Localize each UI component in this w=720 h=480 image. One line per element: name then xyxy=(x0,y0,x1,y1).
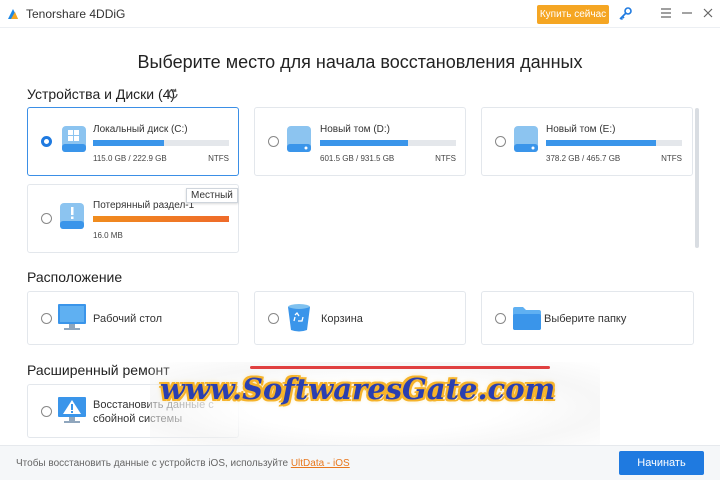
crashed-system-icon xyxy=(58,397,86,423)
drive-c-usage-fill xyxy=(93,140,164,146)
buy-now-button[interactable]: Купить сейчас xyxy=(537,5,609,24)
drive-d-usage-bar xyxy=(320,140,456,146)
desktop-icon xyxy=(58,304,86,330)
drive-d-radio[interactable] xyxy=(268,136,279,147)
lost-partition-usage-bar xyxy=(93,216,229,222)
footer-bar: Чтобы восстановить данные с устройств iO… xyxy=(0,445,720,480)
drive-card-c[interactable]: Локальный диск (C:) 115.0 GB / 222.9 GB … xyxy=(27,107,239,176)
devices-heading: Устройства и Диски (4) xyxy=(27,86,176,102)
crashed-system-radio[interactable] xyxy=(41,406,52,417)
ultdata-ios-link[interactable]: UltData - iOS xyxy=(291,458,350,469)
minimize-icon[interactable] xyxy=(678,4,696,22)
drive-card-e[interactable]: Новый том (E:) 378.2 GB / 465.7 GB NTFS xyxy=(481,107,693,176)
drive-c-size: 115.0 GB / 222.9 GB xyxy=(93,154,167,163)
footer-message: Чтобы восстановить данные с устройств iO… xyxy=(16,458,291,469)
devices-scrollbar[interactable] xyxy=(695,108,699,248)
location-heading: Расположение xyxy=(27,269,123,285)
lost-partition-name: Потерянный раздел-1 xyxy=(93,200,195,211)
drive-icon xyxy=(514,126,538,152)
drive-e-fs: NTFS xyxy=(661,154,682,163)
recycle-bin-icon xyxy=(288,304,310,332)
drive-card-d[interactable]: Новый том (D:) 601.5 GB / 931.5 GB NTFS xyxy=(254,107,466,176)
footer-text: Чтобы восстановить данные с устройств iO… xyxy=(16,458,350,469)
lost-partition-icon xyxy=(60,203,84,229)
drive-c-usage-bar xyxy=(93,140,229,146)
title-bar: Tenorshare 4DDiG Купить сейчас xyxy=(0,0,720,28)
drive-e-name: Новый том (E:) xyxy=(546,124,616,135)
recycle-bin-radio[interactable] xyxy=(268,313,279,324)
drive-e-radio[interactable] xyxy=(495,136,506,147)
lost-partition-usage-fill xyxy=(93,216,229,222)
select-folder-label: Выберите папку xyxy=(544,313,627,325)
watermark-line xyxy=(250,366,550,369)
drive-d-fs: NTFS xyxy=(435,154,456,163)
drive-d-usage-fill xyxy=(320,140,409,146)
drive-c-name: Локальный диск (C:) xyxy=(93,124,188,135)
drive-c-radio[interactable] xyxy=(41,136,52,147)
drive-icon xyxy=(287,126,311,152)
location-select-folder-card[interactable]: Выберите папку xyxy=(481,291,694,345)
page-title: Выберите место для начала восстановления… xyxy=(137,52,583,72)
refresh-icon[interactable] xyxy=(167,88,179,100)
drive-e-size: 378.2 GB / 465.7 GB xyxy=(546,154,621,163)
location-desktop-card[interactable]: Рабочий стол xyxy=(27,291,239,345)
start-button[interactable]: Начинать xyxy=(619,451,704,475)
close-icon[interactable] xyxy=(699,4,717,22)
folder-icon xyxy=(513,307,541,330)
location-recycle-bin-card[interactable]: Корзина xyxy=(254,291,466,345)
drive-tooltip: Местный xyxy=(186,188,238,203)
drive-c-fs: NTFS xyxy=(208,154,229,163)
select-folder-radio[interactable] xyxy=(495,313,506,324)
app-logo-icon xyxy=(8,9,18,19)
advanced-heading: Расширенный ремонт xyxy=(27,362,170,378)
drive-e-usage-bar xyxy=(546,140,682,146)
drive-d-name: Новый том (D:) xyxy=(320,124,390,135)
desktop-label: Рабочий стол xyxy=(93,313,163,325)
drive-e-usage-fill xyxy=(546,140,657,146)
drive-d-size: 601.5 GB / 931.5 GB xyxy=(320,154,395,163)
lost-partition-radio[interactable] xyxy=(41,213,52,224)
desktop-radio[interactable] xyxy=(41,313,52,324)
app-name: Tenorshare 4DDiG xyxy=(26,7,126,21)
key-icon[interactable] xyxy=(617,6,633,22)
menu-icon[interactable] xyxy=(657,4,675,22)
recycle-bin-label: Корзина xyxy=(321,313,363,325)
lost-partition-size: 16.0 MB xyxy=(93,231,123,240)
windows-drive-icon xyxy=(62,126,86,152)
watermark-text: www.SoftwaresGate.com xyxy=(160,372,556,406)
